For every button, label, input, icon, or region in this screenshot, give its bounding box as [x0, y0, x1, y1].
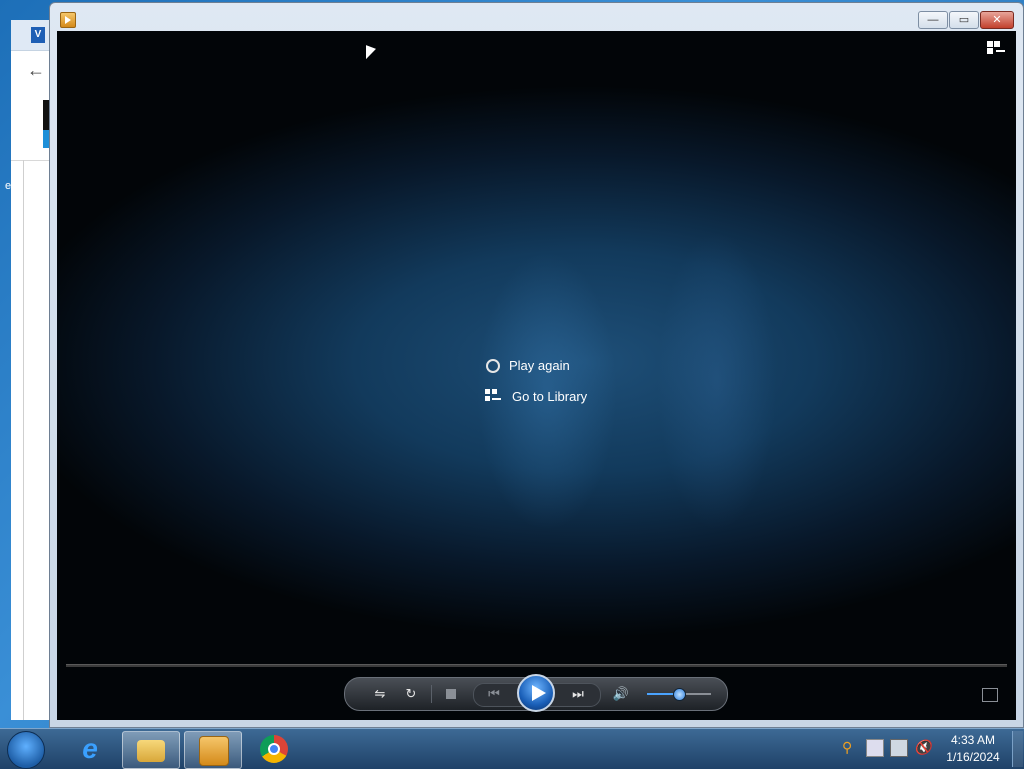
- previous-button[interactable]: ⏮: [479, 684, 509, 704]
- divider: [23, 160, 24, 720]
- visualization-glow: [657, 231, 777, 531]
- clock-time: 4:33 AM: [950, 733, 996, 747]
- clock[interactable]: 4:33 AM 1/16/2024: [940, 732, 1006, 766]
- action-center-icon[interactable]: [866, 739, 884, 757]
- taskbar-app-media-player[interactable]: [184, 731, 242, 769]
- play-button[interactable]: [517, 674, 555, 712]
- speaker-icon: 🔊: [612, 686, 630, 701]
- stop-button[interactable]: [440, 684, 462, 705]
- go-to-library-label: Go to Library: [512, 389, 588, 404]
- go-to-library-option[interactable]: Go to Library: [485, 381, 587, 412]
- repeat-button[interactable]: ↻: [400, 684, 422, 704]
- replay-icon: [486, 358, 500, 373]
- fullscreen-button[interactable]: [982, 688, 998, 702]
- maximize-button[interactable]: ▭: [949, 11, 979, 29]
- media-player-icon: [199, 736, 229, 766]
- shuffle-button[interactable]: ⇋: [369, 684, 391, 704]
- now-playing-area[interactable]: Play again Go to Library ⇋ ↻ ⏮ ⏭ 🔊: [57, 31, 1016, 720]
- volume-muted-icon[interactable]: 🔇: [914, 739, 931, 755]
- next-icon: ⏭: [572, 686, 584, 701]
- seek-bar[interactable]: [66, 664, 1007, 667]
- shuffle-icon: ⇋: [374, 686, 386, 701]
- clock-date: 1/16/2024: [946, 750, 1000, 764]
- play-again-option[interactable]: Play again: [485, 350, 587, 381]
- start-button[interactable]: [7, 731, 45, 769]
- taskbar-app-chrome[interactable]: [246, 731, 302, 767]
- switch-to-library-icon[interactable]: [987, 41, 1005, 57]
- minimize-button[interactable]: —: [918, 11, 948, 29]
- app-logo-icon: V: [31, 27, 45, 43]
- previous-icon: ⏮: [488, 686, 500, 701]
- taskbar-app-internet-explorer[interactable]: e: [62, 731, 118, 767]
- playback-controls: ⇋ ↻ ⏮ ⏭ 🔊: [344, 674, 728, 712]
- volume-knob[interactable]: [673, 688, 686, 701]
- media-player-icon: [60, 12, 76, 28]
- network-icon[interactable]: [890, 739, 908, 757]
- chrome-icon: [260, 735, 288, 763]
- library-icon: [485, 388, 503, 406]
- next-button[interactable]: ⏭: [563, 684, 593, 704]
- media-player-window[interactable]: — ▭ ✕ Play again Go to Library ⇋ ↻ ⏮ ⏭ 🔊: [49, 2, 1024, 728]
- mute-button[interactable]: 🔊: [610, 684, 632, 704]
- search-icon[interactable]: ⚲: [842, 739, 858, 755]
- divider: [431, 685, 432, 703]
- close-button[interactable]: ✕: [980, 11, 1014, 29]
- show-desktop-button[interactable]: [1012, 731, 1023, 767]
- volume-slider[interactable]: [647, 688, 711, 701]
- stop-icon: [446, 689, 456, 699]
- taskbar-app-file-explorer[interactable]: [122, 731, 180, 769]
- ie-icon: e: [82, 733, 98, 764]
- desktop-edge-text: e: [5, 180, 12, 192]
- arrow-left-icon[interactable]: ←: [27, 60, 45, 81]
- folder-icon: [137, 740, 165, 762]
- taskbar: e ⚲ 🔇 4:33 AM 1/16/2024: [0, 728, 1024, 769]
- repeat-icon: ↻: [405, 686, 417, 701]
- end-of-media-menu: Play again Go to Library: [485, 350, 587, 412]
- play-again-label: Play again: [509, 358, 570, 373]
